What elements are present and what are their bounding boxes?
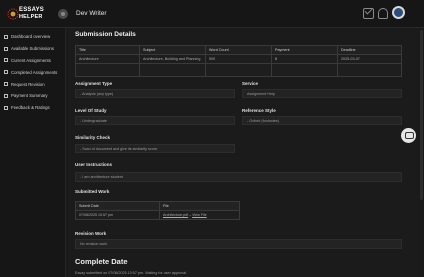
sidebar-item-label: Feedback & Ratings <box>11 105 50 111</box>
table-cell: 500 <box>205 54 272 64</box>
sidebar-item-label: Current Assignments <box>11 57 51 63</box>
chat-icon[interactable] <box>401 128 416 143</box>
service-label: Service <box>242 81 259 86</box>
assignment-type-label: Assignment Type <box>75 81 113 86</box>
column-header: Deadline <box>337 45 402 55</box>
sidebar-item-dashboard[interactable]: Dashboard overview <box>0 31 65 43</box>
sidebar-item-label: Payment Summary <box>11 93 48 99</box>
table-cell: $ <box>271 54 338 64</box>
submit-date-cell: 07/08/2025 10:57 pm <box>75 210 160 220</box>
table-cell: 2025-03-07 <box>337 54 402 64</box>
logo-line-1: ESSAYS <box>19 7 44 13</box>
table-row: 07/08/2025 10:57 pm Architecture.pdf – V… <box>75 210 240 220</box>
logo-text: ESSAYS HELPER <box>19 7 44 20</box>
column-header: File <box>159 201 240 211</box>
column-header: Word Count <box>205 45 272 55</box>
table-cell: Architecture, Building and Planning <box>139 54 206 64</box>
reference-style-label: Reference Style <box>242 108 276 113</box>
sidebar-item-payment-summary[interactable]: Payment Summary <box>0 90 65 102</box>
similarity-check-field: - Scan of document and give its similari… <box>75 144 235 153</box>
sidebar-item-label: Request Revision <box>11 81 45 87</box>
sidebar-item-label: Completed Assignments <box>11 69 58 75</box>
revision-icon <box>4 82 8 87</box>
mail-icon[interactable] <box>363 8 374 19</box>
payment-icon <box>4 93 8 98</box>
file-name-link[interactable]: Architecture.pdf <box>163 213 188 217</box>
check-icon <box>4 70 8 75</box>
sidebar-item-current-assignments[interactable]: Current Assignments <box>0 55 65 67</box>
sidebar-item-request-revision[interactable]: Request Revision <box>0 78 65 90</box>
sidebar-item-label: Available Submissions <box>11 46 54 52</box>
page-title: Dev Writer <box>76 10 107 17</box>
logo-line-2: HELPER <box>19 13 43 20</box>
complete-date-text: Essay submitted on 07/08/2025 10:57 pm. … <box>75 270 187 275</box>
cell-text: Architecture, Building and Planning <box>143 56 201 61</box>
submitted-work-table: Submit Date File 07/08/2025 10:57 pm Arc… <box>75 201 240 220</box>
table-header-row: Submit Date File <box>75 201 240 211</box>
user-instructions-field: - I am architecture student <box>75 172 402 182</box>
assignment-type-field: - Analysis (any type) <box>75 89 235 98</box>
revision-work-title: Revision Work <box>75 231 107 236</box>
user-instructions-label: User Instructions <box>75 162 113 167</box>
essays-helper-logo[interactable]: ESSAYS HELPER <box>6 4 50 24</box>
view-file-link[interactable]: View File <box>192 213 207 217</box>
level-of-study-label: Level Of Study <box>75 108 107 113</box>
file-cell: Architecture.pdf – View File <box>159 210 240 220</box>
top-bar: ESSAYS HELPER Dev Writer <box>0 0 424 28</box>
sidebar-item-available-submissions[interactable]: Available Submissions <box>0 43 65 55</box>
sidebar-item-feedback-ratings[interactable]: Feedback & Ratings <box>0 102 65 114</box>
file-icon <box>4 58 8 63</box>
scrollbar[interactable] <box>419 28 424 277</box>
table-cell: Architecture <box>75 54 140 64</box>
column-header: Title <box>75 45 140 55</box>
service-field: Assignment Help <box>242 89 402 98</box>
revision-work-field: No revision work <box>75 239 402 249</box>
scrollbar-thumb[interactable] <box>420 30 423 200</box>
sidebar: Dashboard overview Available Submissions… <box>0 28 66 277</box>
table-row-spacer <box>75 63 402 77</box>
dashboard-icon <box>4 34 8 39</box>
collapse-icon[interactable] <box>58 9 68 19</box>
column-header: Submit Date <box>75 201 160 211</box>
table-row: Architecture Architecture, Building and … <box>75 54 402 64</box>
list-icon <box>4 46 8 51</box>
sidebar-item-completed-assignments[interactable]: Completed Assignments <box>0 66 65 78</box>
submitted-work-title: Submitted Work <box>75 189 110 194</box>
submission-details-title: Submission Details <box>75 31 136 38</box>
similarity-check-label: Similarity Check <box>75 135 111 140</box>
bell-icon[interactable] <box>378 8 388 19</box>
submission-details-table: Title Subject Word Count Payment Deadlin… <box>75 45 402 77</box>
complete-date-title: Complete Date <box>75 257 128 266</box>
column-header: Subject <box>139 45 206 55</box>
star-icon <box>4 105 8 110</box>
reference-style-field: - Oxford (footnotes) <box>242 116 402 125</box>
sidebar-item-label: Dashboard overview <box>11 34 51 40</box>
table-header-row: Title Subject Word Count Payment Deadlin… <box>75 45 402 55</box>
level-of-study-field: - Undergraduate <box>75 116 235 125</box>
avatar[interactable] <box>392 6 405 19</box>
column-header: Payment <box>271 45 338 55</box>
